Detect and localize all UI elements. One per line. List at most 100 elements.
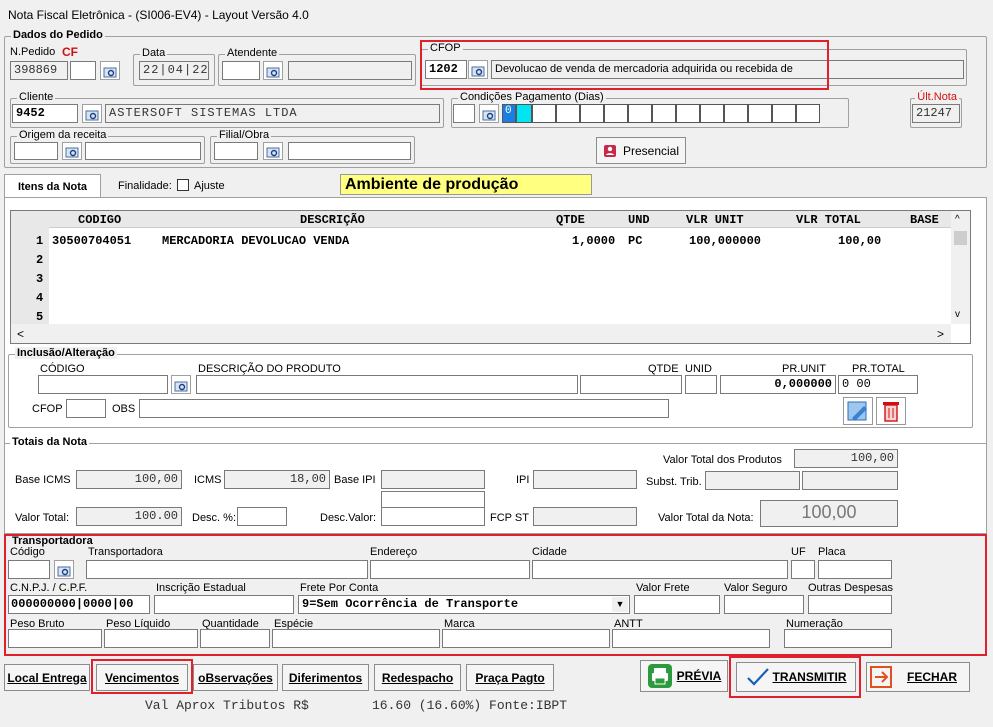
atendente-code-input[interactable]: [222, 61, 260, 80]
origem-name-input[interactable]: [85, 142, 201, 160]
inclusao-qtde-input[interactable]: [580, 375, 682, 394]
transp-endereco-input[interactable]: [370, 560, 530, 579]
tab-itens-da-nota[interactable]: Itens da Nota: [4, 174, 101, 198]
inclusao-cfop-input[interactable]: [66, 399, 106, 418]
chevron-up-icon[interactable]: ^: [955, 214, 960, 225]
transp-peso-bruto-input[interactable]: [8, 629, 102, 648]
transp-cnpj-label: C.N.P.J. / C.P.F.: [10, 582, 88, 594]
chevron-down-icon[interactable]: v: [955, 309, 960, 320]
col-vlr-unit-header[interactable]: VLR UNIT: [686, 213, 744, 227]
transp-quantidade-input[interactable]: [200, 629, 270, 648]
condicoes-day-5[interactable]: [604, 104, 628, 123]
condicoes-day-13[interactable]: [796, 104, 820, 123]
inclusao-descricao-input[interactable]: [196, 375, 578, 394]
condicoes-day-9[interactable]: [700, 104, 724, 123]
desc-pct-input[interactable]: [237, 507, 287, 526]
col-codigo-header[interactable]: CODIGO: [78, 213, 121, 227]
condicoes-day-10[interactable]: [724, 104, 748, 123]
npedido-input[interactable]: 398869: [10, 61, 68, 80]
atendente-name-input[interactable]: [288, 61, 412, 80]
origem-lookup-button[interactable]: [62, 142, 82, 160]
condicoes-day-1[interactable]: 0: [502, 104, 516, 123]
inclusao-prunit-input[interactable]: 0,000000: [720, 375, 836, 394]
transp-codigo-input[interactable]: [8, 560, 50, 579]
condicoes-day-8[interactable]: [676, 104, 700, 123]
filial-lookup-button[interactable]: [263, 142, 283, 160]
npedido-suffix-input[interactable]: [70, 61, 96, 80]
transp-lookup-button[interactable]: [54, 560, 74, 579]
col-base-header[interactable]: BASE: [910, 213, 939, 227]
transp-ie-input[interactable]: [154, 595, 294, 614]
chevron-down-icon[interactable]: ▼: [612, 597, 628, 612]
ipi-value: [533, 470, 637, 489]
transp-numeracao-input[interactable]: [784, 629, 892, 648]
diferimentos-button[interactable]: Diferimentos: [282, 664, 369, 691]
data-label: Data: [140, 47, 168, 59]
atendente-lookup-button[interactable]: [263, 61, 283, 80]
condicoes-day-4[interactable]: [580, 104, 604, 123]
transp-valor-frete-input[interactable]: [634, 595, 720, 614]
edit-item-button[interactable]: [843, 397, 873, 425]
cliente-code-input[interactable]: 9452: [12, 104, 78, 123]
transp-especie-input[interactable]: [272, 629, 440, 648]
inclusao-qtde-label: QTDE: [648, 363, 679, 375]
grid-hscrollbar[interactable]: < >: [11, 324, 951, 343]
chevron-right-icon[interactable]: >: [937, 327, 944, 341]
transp-valor-seguro-input[interactable]: [724, 595, 804, 614]
fechar-label: FECHAR: [907, 670, 957, 684]
transp-codigo-label: Código: [10, 546, 45, 558]
inclusao-codigo-lookup-button[interactable]: [171, 375, 191, 394]
condicoes-lookup-button[interactable]: [479, 104, 499, 123]
row-number: 3: [36, 272, 44, 286]
inclusao-codigo-input[interactable]: [38, 375, 168, 394]
condicoes-day-11[interactable]: [748, 104, 772, 123]
transp-uf-input[interactable]: [791, 560, 815, 579]
col-qtde-header[interactable]: QTDE: [556, 213, 585, 227]
condicoes-day-6[interactable]: [628, 104, 652, 123]
vtn-label: Valor Total da Nota:: [658, 512, 754, 524]
chevron-left-icon[interactable]: <: [17, 327, 24, 341]
data-input[interactable]: 22|04|22: [139, 61, 209, 80]
vscroll-thumb[interactable]: [954, 231, 967, 245]
desc-valor-input[interactable]: [381, 507, 485, 526]
transp-marca-input[interactable]: [442, 629, 610, 648]
transp-frete-select[interactable]: 9=Sem Ocorrência de Transporte: [298, 595, 630, 614]
redespacho-button[interactable]: Redespacho: [374, 664, 461, 691]
inclusao-obs-input[interactable]: [139, 399, 669, 418]
filial-code-input[interactable]: [214, 142, 258, 160]
observacoes-button[interactable]: oBservações: [193, 664, 278, 691]
filial-name-input[interactable]: [288, 142, 411, 160]
transp-frete-label: Frete Por Conta: [300, 582, 379, 594]
praca-pagto-button[interactable]: Praça Pagto: [466, 664, 554, 691]
presencial-button[interactable]: Presencial: [596, 137, 686, 164]
transp-antt-input[interactable]: [612, 629, 770, 648]
col-und-header[interactable]: UND: [628, 213, 650, 227]
condicoes-day-12[interactable]: [772, 104, 796, 123]
previa-button[interactable]: PRÉVIA: [640, 660, 728, 692]
transp-peso-liquido-input[interactable]: [104, 629, 198, 648]
npedido-lookup-button[interactable]: [100, 61, 120, 80]
transp-outras-input[interactable]: [808, 595, 892, 614]
col-vlr-total-header[interactable]: VLR TOTAL: [796, 213, 861, 227]
transp-cidade-input[interactable]: [532, 560, 788, 579]
inclusao-unid-input[interactable]: [685, 375, 717, 394]
col-descricao-header[interactable]: DESCRIÇÃO: [300, 213, 365, 227]
condicoes-day-3[interactable]: [556, 104, 580, 123]
local-entrega-button[interactable]: Local Entrega: [4, 664, 90, 691]
transp-nome-input[interactable]: [86, 560, 368, 579]
origem-code-input[interactable]: [14, 142, 58, 160]
condicoes-code-input[interactable]: [453, 104, 475, 123]
delete-item-button[interactable]: [876, 397, 906, 425]
grid-vscrollbar[interactable]: ^ v: [951, 211, 970, 324]
cliente-lookup-button[interactable]: [82, 104, 102, 123]
inclusao-prtotal-input[interactable]: 0 00: [838, 375, 918, 394]
condicoes-day-2[interactable]: [532, 104, 556, 123]
fechar-button[interactable]: FECHAR: [866, 662, 970, 692]
condicoes-day-7[interactable]: [652, 104, 676, 123]
tributos-label: Val Aprox Tributos R$: [145, 698, 309, 713]
condicoes-day-1b[interactable]: [516, 104, 532, 123]
transp-placa-input[interactable]: [818, 560, 892, 579]
ajuste-checkbox[interactable]: [177, 179, 189, 191]
transp-cnpj-input[interactable]: 000000000|0000|00: [8, 595, 150, 614]
ipi-label: IPI: [516, 474, 530, 486]
